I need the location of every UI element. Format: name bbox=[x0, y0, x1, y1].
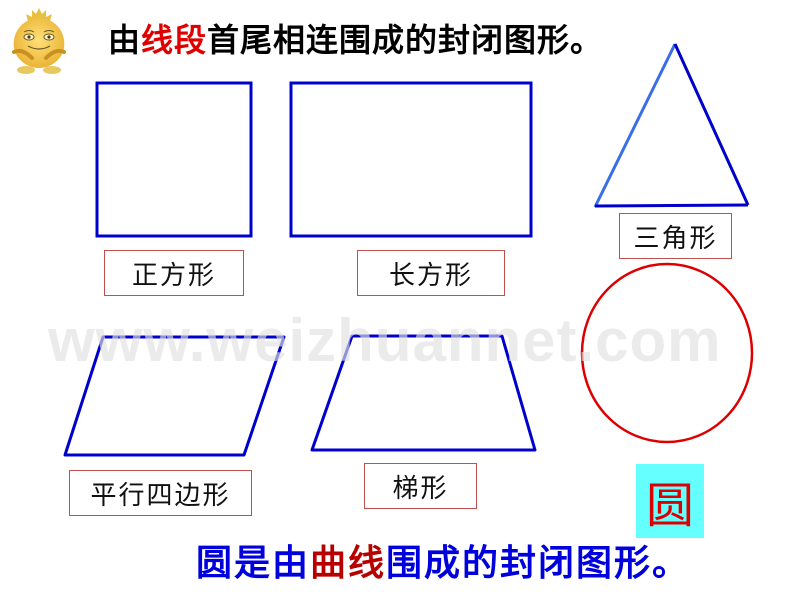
circle-shape bbox=[580, 262, 754, 444]
trapezoid-shape bbox=[310, 334, 537, 452]
rectangle-shape bbox=[289, 81, 533, 238]
circle-label: 圆 bbox=[636, 464, 704, 538]
summary-sentence: 圆是由曲线围成的封闭图形。 bbox=[196, 542, 690, 586]
summary-part2: 围成的封闭图形。 bbox=[386, 543, 691, 584]
trapezoid-label: 梯形 bbox=[364, 463, 477, 509]
square-label: 正方形 bbox=[104, 250, 244, 296]
parallelogram-label: 平行四边形 bbox=[69, 470, 252, 516]
parallelogram-shape bbox=[63, 335, 286, 457]
square-shape bbox=[95, 81, 253, 238]
summary-part1: 圆是由 bbox=[196, 543, 311, 584]
triangle-base bbox=[594, 203, 749, 208]
triangle-left-side bbox=[593, 43, 677, 208]
rectangle-label: 长方形 bbox=[357, 250, 505, 296]
summary-highlight: 曲线 bbox=[310, 543, 387, 584]
triangle-right-side bbox=[673, 43, 750, 206]
triangle-label: 三角形 bbox=[619, 213, 732, 259]
